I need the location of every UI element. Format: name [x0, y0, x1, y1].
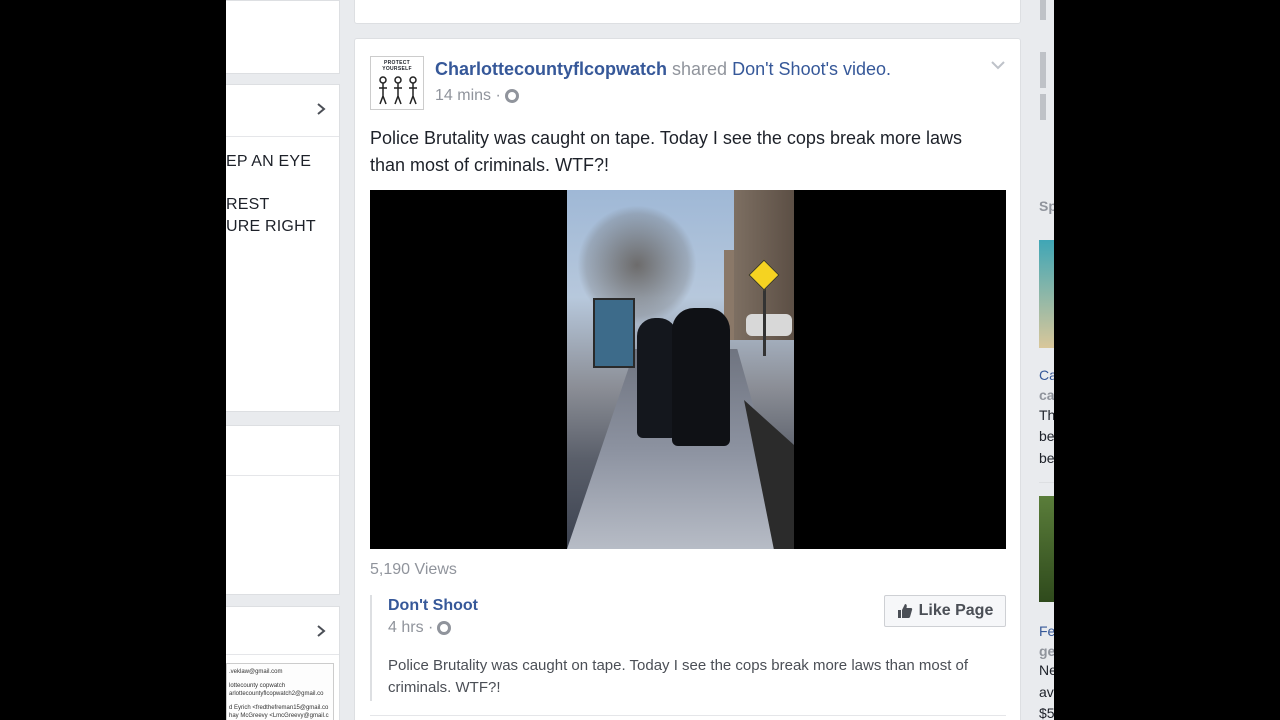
- left-card-header[interactable]: [226, 85, 339, 137]
- scrollbar[interactable]: [1038, 0, 1048, 120]
- right-ad-text-fragment[interactable]: Fe: [1039, 623, 1054, 639]
- post-header: Charlottecountyflcopwatch shared Don't S…: [435, 59, 891, 80]
- email-screenshot-thumbnail[interactable]: .veklaw@gmail.com lottecounty copwatch a…: [226, 663, 334, 720]
- feed-post: PROTECT YOURSELF Charlottecountyflcopwat…: [354, 38, 1021, 720]
- left-card-header: [226, 426, 339, 476]
- parked-car: [746, 314, 792, 336]
- right-sponsored-column: Sp Ca ca Th be be Fe ge Ne av $5: [1036, 0, 1054, 720]
- page-avatar[interactable]: PROTECT YOURSELF: [370, 56, 424, 110]
- right-ad-text-fragment: Th: [1039, 407, 1054, 423]
- right-ad-text-fragment: be: [1039, 428, 1054, 444]
- shared-post-meta: 4 hrs ·: [388, 619, 452, 637]
- globe-icon: [504, 89, 519, 103]
- like-page-label: Like Page: [918, 602, 994, 619]
- shared-page-name-link[interactable]: Don't Shoot: [388, 597, 478, 615]
- thumbs-up-icon: [897, 604, 912, 618]
- facebook-feed-screen: EP AN EYE REST URE RIGHT .veklaw@gmail.c…: [226, 0, 1054, 720]
- post-meta: 14 mins ·: [435, 87, 519, 105]
- left-snippet-line: EP AN EYE: [226, 153, 312, 170]
- email-line: arlottecountyflcopwatch2@gmail.co: [229, 691, 324, 697]
- video-frame: [567, 190, 794, 549]
- left-snippet-line: URE RIGHT: [226, 218, 316, 235]
- right-ad-text-fragment: Ne: [1039, 662, 1054, 678]
- right-ad-text-fragment: av: [1039, 684, 1054, 700]
- sponsored-ad-image[interactable]: [1039, 240, 1054, 348]
- sign-pole: [763, 286, 766, 356]
- officer-figure: [672, 308, 730, 446]
- left-card-top: [226, 0, 340, 74]
- post-timestamp[interactable]: 14 mins ·: [435, 87, 501, 105]
- left-snippet-line: REST: [226, 196, 270, 213]
- left-card-empty: [226, 425, 340, 595]
- chevron-down-icon[interactable]: [990, 59, 1006, 71]
- right-ad-text-fragment: be: [1039, 450, 1054, 466]
- email-line: d Eyrich <fredthefreman15@gmail.co: [229, 705, 329, 711]
- shared-post-timestamp[interactable]: 4 hrs ·: [388, 619, 433, 637]
- like-page-button[interactable]: Like Page: [884, 595, 1006, 627]
- right-ad-text-fragment: $5: [1039, 705, 1054, 720]
- shared-post-attachment: Don't Shoot 4 hrs · Police Brutality was…: [370, 595, 1006, 701]
- chevron-right-icon[interactable]: [315, 103, 327, 115]
- right-ad-text-fragment: ca: [1039, 387, 1054, 403]
- avatar-text: PROTECT YOURSELF: [382, 60, 412, 72]
- right-ad-text-fragment[interactable]: Ca: [1039, 367, 1054, 383]
- email-line: hay McGreevy <LmcGreevy@gmail.c: [229, 713, 329, 719]
- video-player[interactable]: [370, 190, 1006, 549]
- page-name-link[interactable]: Charlottecountyflcopwatch: [435, 59, 667, 79]
- globe-icon: [437, 621, 452, 635]
- post-text: Police Brutality was caught on tape. Tod…: [370, 128, 962, 175]
- left-card-header[interactable]: [226, 607, 339, 655]
- sponsored-ad-image[interactable]: [1039, 496, 1054, 602]
- right-ad-text-fragment: Sp: [1039, 198, 1054, 214]
- shared-post-text: Police Brutality was caught on tape. Tod…: [388, 657, 969, 696]
- post-divider: [370, 715, 1006, 716]
- view-count: 5,190 Views: [370, 561, 457, 578]
- email-line: .veklaw@gmail.com: [229, 669, 283, 675]
- left-card-info: EP AN EYE REST URE RIGHT: [226, 84, 340, 412]
- shared-video-link[interactable]: Don't Shoot's video.: [732, 59, 891, 79]
- chevron-right-icon[interactable]: [315, 625, 327, 637]
- previous-post-card: [354, 0, 1021, 24]
- email-line: lottecounty copwatch: [229, 683, 286, 689]
- ad-divider: [1039, 482, 1054, 483]
- shared-word: shared: [672, 59, 728, 79]
- bus-shelter: [593, 298, 635, 368]
- avatar-figures-icon: [379, 76, 417, 105]
- left-card-photos: .veklaw@gmail.com lottecounty copwatch a…: [226, 606, 340, 720]
- right-ad-text-fragment: ge: [1039, 643, 1054, 659]
- officer-figure: [637, 318, 677, 438]
